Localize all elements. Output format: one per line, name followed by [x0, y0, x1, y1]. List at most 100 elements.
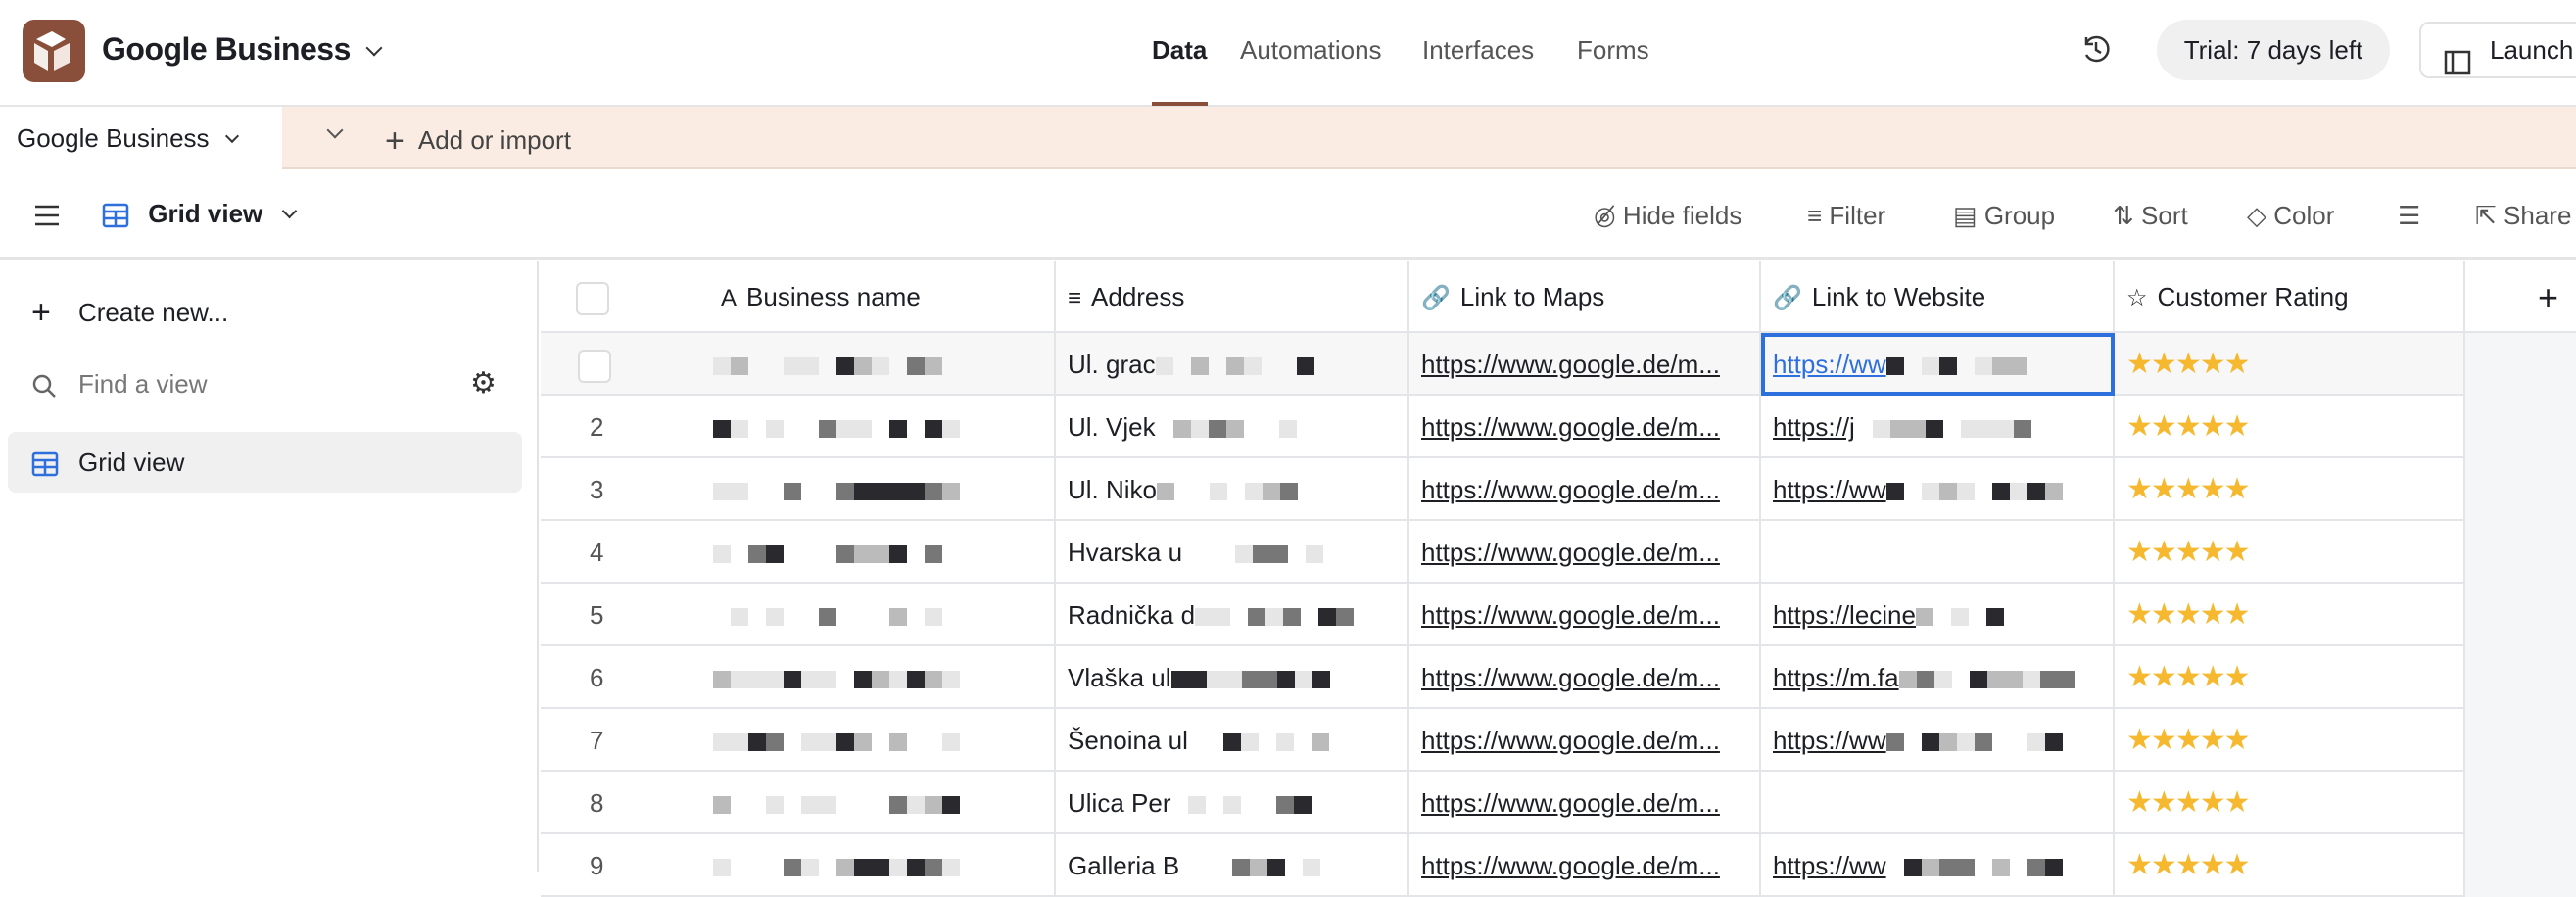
maps-link[interactable]: https://www.google.de/m... — [1421, 350, 1720, 379]
star-icon[interactable]: ★ — [2175, 786, 2202, 819]
gear-icon[interactable]: ⚙ — [470, 354, 497, 414]
sidebar-toggle-icon[interactable] — [34, 205, 60, 226]
table-row[interactable]: 8 Ulica Per https://www.google.de/m... ★★★★… — [541, 772, 2576, 834]
row-number[interactable]: 2 — [541, 396, 703, 458]
star-icon[interactable]: ★ — [2151, 786, 2177, 819]
cell-link-to-maps[interactable]: https://www.google.de/m... — [1409, 646, 1761, 709]
star-icon[interactable]: ★ — [2126, 410, 2153, 443]
group-button[interactable]: ▤ Group — [1953, 201, 2055, 231]
star-icon[interactable]: ★ — [2200, 410, 2226, 443]
cell-customer-rating[interactable]: ★★★★★ — [2115, 458, 2465, 521]
cell-link-to-maps[interactable]: https://www.google.de/m... — [1409, 772, 1761, 834]
share-button[interactable]: ⇱ Share — [2475, 201, 2571, 231]
star-icon[interactable]: ★ — [2175, 724, 2202, 756]
cell-business-name[interactable] — [703, 772, 1056, 834]
star-icon[interactable]: ★ — [2224, 661, 2251, 693]
hide-fields-button[interactable]: ◎̸ Hide fields — [1594, 201, 1741, 231]
star-icon[interactable]: ★ — [2224, 786, 2251, 819]
star-icon[interactable]: ★ — [2126, 348, 2153, 380]
star-icon[interactable]: ★ — [2224, 536, 2251, 568]
column-header-link-to-maps[interactable]: 🔗 Link to Maps — [1409, 261, 1761, 333]
cell-customer-rating[interactable]: ★★★★★ — [2115, 709, 2465, 772]
website-link[interactable]: https://ww — [1773, 726, 1886, 755]
star-icon[interactable]: ★ — [2126, 661, 2153, 693]
maps-link[interactable]: https://www.google.de/m... — [1421, 475, 1720, 504]
cell-link-to-website[interactable]: https://m.fa — [1761, 646, 2115, 709]
row-height-icon[interactable]: ☰ — [2398, 201, 2420, 231]
website-link[interactable]: https://j — [1773, 412, 1855, 442]
cell-business-name[interactable] — [703, 709, 1056, 772]
tab-data[interactable]: Data — [1152, 35, 1207, 66]
star-icon[interactable]: ★ — [2200, 473, 2226, 505]
star-icon[interactable]: ★ — [2126, 536, 2153, 568]
tab-forms[interactable]: Forms — [1577, 35, 1649, 66]
cell-link-to-website[interactable]: https://lecine — [1761, 584, 2115, 646]
maps-link[interactable]: https://www.google.de/m... — [1421, 412, 1720, 442]
row-number[interactable]: 9 — [541, 834, 703, 897]
table-row[interactable]: 2 Ul. Vjek https://www.google.de/m... https… — [541, 396, 2576, 458]
website-link[interactable]: https://ww — [1773, 475, 1886, 504]
cell-business-name[interactable] — [703, 646, 1056, 709]
star-icon[interactable]: ★ — [2126, 786, 2153, 819]
cell-link-to-maps[interactable]: https://www.google.de/m... — [1409, 584, 1761, 646]
row-number[interactable]: 4 — [541, 521, 703, 584]
website-link[interactable]: https://m.fa — [1773, 663, 1899, 692]
cell-link-to-website[interactable] — [1761, 772, 2115, 834]
star-icon[interactable]: ★ — [2175, 410, 2202, 443]
sort-button[interactable]: ⇅ Sort — [2113, 201, 2188, 231]
cell-address[interactable]: Radnička d — [1056, 584, 1409, 646]
star-icon[interactable]: ★ — [2200, 724, 2226, 756]
table-row[interactable]: 9 Galleria B https://www.google.de/m... htt… — [541, 834, 2576, 897]
cell-customer-rating[interactable]: ★★★★★ — [2115, 396, 2465, 458]
table-row[interactable]: 4 Hvarska u https://www.google.de/m... ★★★★… — [541, 521, 2576, 584]
star-icon[interactable]: ★ — [2151, 348, 2177, 380]
cell-customer-rating[interactable]: ★★★★★ — [2115, 521, 2465, 584]
row-number[interactable] — [541, 333, 703, 396]
add-field-button[interactable]: + — [2465, 261, 2576, 333]
star-icon[interactable]: ★ — [2126, 473, 2153, 505]
star-icon[interactable]: ★ — [2151, 849, 2177, 881]
table-row[interactable]: Ul. grac https://www.google.de/m... https:… — [541, 333, 2576, 396]
star-icon[interactable]: ★ — [2200, 849, 2226, 881]
base-title-menu[interactable]: Google Business — [102, 31, 383, 68]
sidebar-item-grid-view[interactable]: Grid view — [8, 432, 522, 493]
star-icon[interactable]: ★ — [2175, 348, 2202, 380]
cell-customer-rating[interactable]: ★★★★★ — [2115, 772, 2465, 834]
star-icon[interactable]: ★ — [2224, 348, 2251, 380]
select-all-checkbox[interactable] — [576, 282, 609, 316]
cell-link-to-website[interactable]: https://ww — [1761, 333, 2115, 396]
cell-address[interactable]: Šenoina ul — [1056, 709, 1409, 772]
cell-link-to-website[interactable]: https://ww — [1761, 709, 2115, 772]
star-icon[interactable]: ★ — [2200, 536, 2226, 568]
star-icon[interactable]: ★ — [2224, 724, 2251, 756]
launch-button[interactable]: Launch — [2419, 22, 2576, 78]
row-number[interactable]: 5 — [541, 584, 703, 646]
cell-link-to-maps[interactable]: https://www.google.de/m... — [1409, 521, 1761, 584]
cell-address[interactable]: Ul. Vjek — [1056, 396, 1409, 458]
history-icon[interactable] — [2080, 33, 2112, 65]
tab-automations[interactable]: Automations — [1240, 35, 1382, 66]
cell-link-to-website[interactable] — [1761, 521, 2115, 584]
column-header-link-to-website[interactable]: 🔗 Link to Website — [1761, 261, 2115, 333]
cell-business-name[interactable] — [703, 521, 1056, 584]
color-button[interactable]: ◇ Color — [2247, 201, 2334, 231]
star-icon[interactable]: ★ — [2200, 348, 2226, 380]
star-icon[interactable]: ★ — [2224, 849, 2251, 881]
filter-button[interactable]: ≡ Filter — [1807, 201, 1885, 231]
cell-customer-rating[interactable]: ★★★★★ — [2115, 646, 2465, 709]
cell-link-to-maps[interactable]: https://www.google.de/m... — [1409, 396, 1761, 458]
cell-address[interactable]: Hvarska u — [1056, 521, 1409, 584]
star-icon[interactable]: ★ — [2200, 786, 2226, 819]
star-icon[interactable]: ★ — [2200, 598, 2226, 631]
trial-badge[interactable]: Trial: 7 days left — [2157, 20, 2390, 80]
cell-link-to-website[interactable]: https://ww — [1761, 458, 2115, 521]
star-icon[interactable]: ★ — [2151, 473, 2177, 505]
website-link[interactable]: https://lecine — [1773, 600, 1916, 630]
star-icon[interactable]: ★ — [2175, 473, 2202, 505]
cell-link-to-maps[interactable]: https://www.google.de/m... — [1409, 458, 1761, 521]
maps-link[interactable]: https://www.google.de/m... — [1421, 538, 1720, 567]
star-icon[interactable]: ★ — [2175, 536, 2202, 568]
tab-interfaces[interactable]: Interfaces — [1422, 35, 1534, 66]
cell-address[interactable]: Ulica Per — [1056, 772, 1409, 834]
maps-link[interactable]: https://www.google.de/m... — [1421, 600, 1720, 630]
